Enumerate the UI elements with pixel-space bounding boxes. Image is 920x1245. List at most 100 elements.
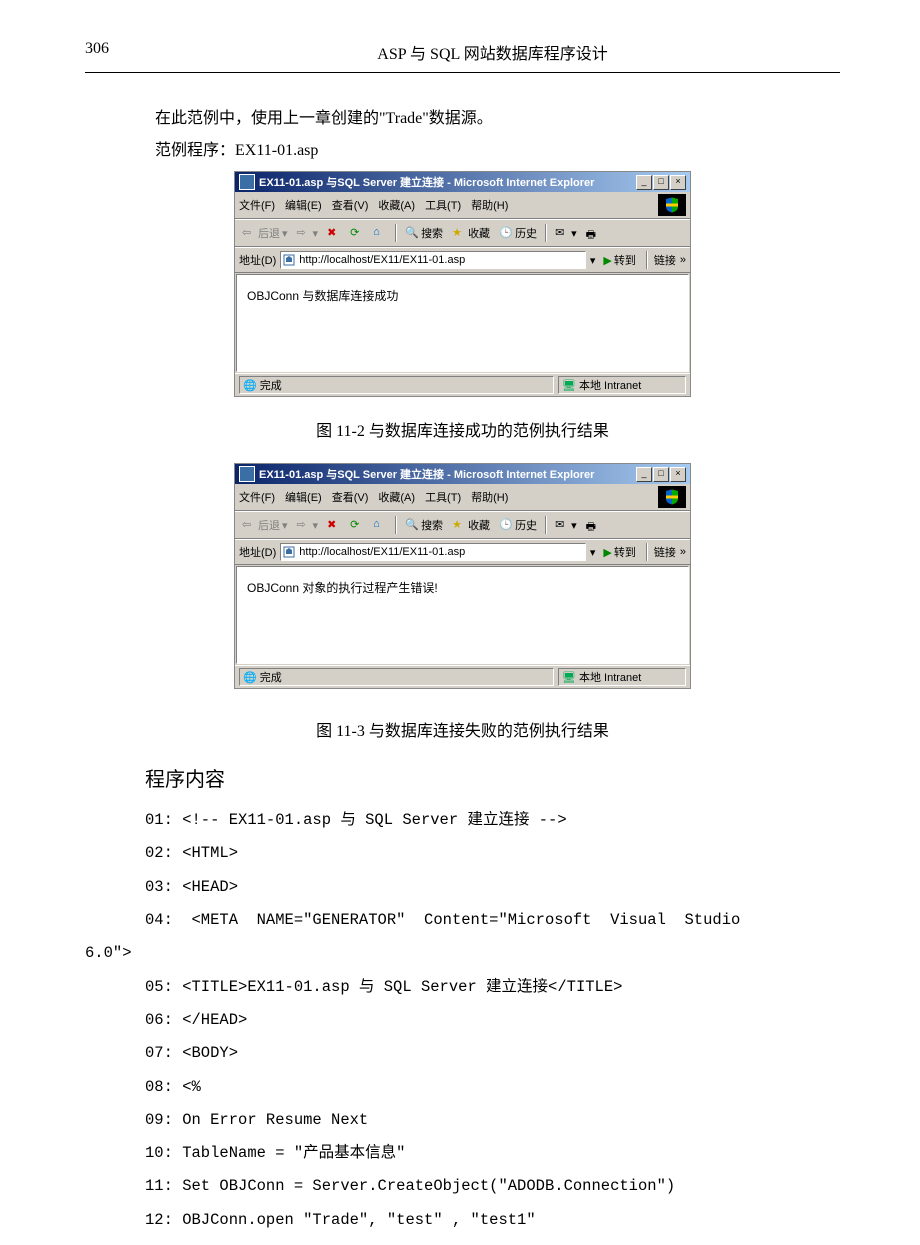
print-icon: 🖶: [586, 226, 600, 240]
paragraph-1: 在此范例中，使用上一章创建的"Trade"数据源。: [155, 103, 840, 135]
status-text: 完成: [260, 669, 282, 685]
ie-icon: [239, 174, 255, 190]
toolbar: ⇦后退▾ ⇨▾ ✖ ⟳ ⌂ 🔍搜索 ★收藏 🕒历史 ✉▾ 🖶: [235, 219, 690, 247]
separator: [395, 224, 397, 242]
maximize-button[interactable]: □: [653, 467, 669, 482]
stop-icon: ✖: [327, 518, 341, 532]
separator: [545, 224, 547, 242]
refresh-button[interactable]: ⟳: [347, 225, 367, 241]
stop-button[interactable]: ✖: [324, 517, 344, 533]
dropdown-icon[interactable]: ▾: [590, 254, 596, 267]
zone-icon: 🖥: [562, 379, 576, 392]
titlebar: EX11-01.asp 与SQL Server 建立连接 - Microsoft…: [235, 172, 690, 192]
forward-icon: ⇨: [297, 226, 311, 240]
links-label[interactable]: 链接: [654, 544, 676, 560]
addressbar: 地址(D) ▾ ▶转到 链接 »: [235, 247, 690, 273]
menu-tools[interactable]: 工具(T): [425, 489, 461, 505]
code-listing: 01: <!-- EX11-01.asp 与 SQL Server 建立连接 -…: [145, 804, 840, 1237]
chevron-icon[interactable]: »: [680, 546, 686, 558]
statusbar: 🌐完成 🖥本地 Intranet: [235, 665, 690, 688]
search-button[interactable]: 🔍搜索: [402, 224, 446, 242]
close-button[interactable]: ×: [670, 467, 686, 482]
address-input[interactable]: [280, 251, 586, 269]
address-input[interactable]: [280, 543, 586, 561]
window-buttons: _ □ ×: [636, 175, 686, 190]
dropdown-icon: ▾: [282, 227, 288, 240]
history-button[interactable]: 🕒历史: [496, 224, 540, 242]
back-button[interactable]: ⇦后退▾: [239, 516, 291, 534]
maximize-button[interactable]: □: [653, 175, 669, 190]
menu-tools[interactable]: 工具(T): [425, 197, 461, 213]
window-title: EX11-01.asp 与SQL Server 建立连接 - Microsoft…: [259, 174, 636, 190]
home-button[interactable]: ⌂: [370, 517, 390, 533]
go-button[interactable]: ▶转到: [599, 543, 639, 561]
favorites-button[interactable]: ★收藏: [449, 224, 493, 242]
chevron-icon[interactable]: »: [680, 254, 686, 266]
favorites-button[interactable]: ★收藏: [449, 516, 493, 534]
forward-icon: ⇨: [297, 518, 311, 532]
paragraph-2: 范例程序：EX11-01.asp: [155, 135, 840, 167]
code-line: 05: <TITLE>EX11-01.asp 与 SQL Server 建立连接…: [145, 978, 622, 996]
minimize-button[interactable]: _: [636, 175, 652, 190]
book-title: ASP 与 SQL 网站数据库程序设计: [145, 40, 840, 64]
history-icon: 🕒: [499, 518, 513, 532]
menu-file[interactable]: 文件(F): [239, 197, 275, 213]
home-icon: ⌂: [373, 226, 387, 240]
ie-window-2: EX11-01.asp 与SQL Server 建立连接 - Microsoft…: [234, 463, 691, 689]
mail-icon: ✉: [555, 518, 569, 532]
separator: [646, 251, 648, 269]
menu-help[interactable]: 帮助(H): [471, 489, 508, 505]
links-label[interactable]: 链接: [654, 252, 676, 268]
window-title: EX11-01.asp 与SQL Server 建立连接 - Microsoft…: [259, 466, 636, 482]
dropdown-icon: ▾: [571, 227, 577, 240]
menu-edit[interactable]: 编辑(E): [285, 489, 322, 505]
close-button[interactable]: ×: [670, 175, 686, 190]
stop-button[interactable]: ✖: [324, 225, 344, 241]
go-button[interactable]: ▶转到: [599, 251, 639, 269]
figure-caption-2: 图 11-3 与数据库连接失败的范例执行结果: [85, 717, 840, 741]
history-button[interactable]: 🕒历史: [496, 516, 540, 534]
refresh-icon: ⟳: [350, 518, 364, 532]
statusbar: 🌐完成 🖥本地 Intranet: [235, 373, 690, 396]
menubar: 文件(F) 编辑(E) 查看(V) 收藏(A) 工具(T) 帮助(H): [235, 484, 690, 511]
ie-logo: [658, 194, 686, 216]
titlebar: EX11-01.asp 与SQL Server 建立连接 - Microsoft…: [235, 464, 690, 484]
forward-button[interactable]: ⇨▾: [294, 225, 322, 241]
back-button[interactable]: ⇦后退▾: [239, 224, 291, 242]
page-number: 306: [85, 40, 145, 64]
ie-icon: [239, 466, 255, 482]
mail-button[interactable]: ✉▾: [552, 517, 580, 533]
page-content: OBJConn 与数据库连接成功: [236, 274, 689, 372]
forward-button[interactable]: ⇨▾: [294, 517, 322, 533]
code-line: 09: On Error Resume Next: [145, 1111, 368, 1129]
page-header: 306 ASP 与 SQL 网站数据库程序设计: [85, 40, 840, 64]
refresh-button[interactable]: ⟳: [347, 517, 367, 533]
print-icon: 🖶: [586, 518, 600, 532]
mail-button[interactable]: ✉▾: [552, 225, 580, 241]
dropdown-icon: ▾: [571, 519, 577, 532]
home-button[interactable]: ⌂: [370, 225, 390, 241]
menu-favorites[interactable]: 收藏(A): [378, 489, 415, 505]
menu-view[interactable]: 查看(V): [332, 489, 369, 505]
star-icon: ★: [452, 226, 466, 240]
dropdown-icon[interactable]: ▾: [590, 546, 596, 559]
print-button[interactable]: 🖶: [583, 225, 603, 241]
page-content: OBJConn 对象的执行过程产生错误!: [236, 566, 689, 664]
menu-help[interactable]: 帮助(H): [471, 197, 508, 213]
menu-edit[interactable]: 编辑(E): [285, 197, 322, 213]
menu-view[interactable]: 查看(V): [332, 197, 369, 213]
minimize-button[interactable]: _: [636, 467, 652, 482]
print-button[interactable]: 🖶: [583, 517, 603, 533]
toolbar: ⇦后退▾ ⇨▾ ✖ ⟳ ⌂ 🔍搜索 ★收藏 🕒历史 ✉▾ 🖶: [235, 511, 690, 539]
ie-small-icon: 🌐: [243, 671, 257, 684]
separator: [545, 516, 547, 534]
code-line: 01: <!-- EX11-01.asp 与 SQL Server 建立连接 -…: [145, 811, 567, 829]
ie-small-icon: 🌐: [243, 379, 257, 392]
section-heading: 程序内容: [145, 763, 840, 792]
menu-file[interactable]: 文件(F): [239, 489, 275, 505]
search-button[interactable]: 🔍搜索: [402, 516, 446, 534]
menu-favorites[interactable]: 收藏(A): [378, 197, 415, 213]
code-line: 11: Set OBJConn = Server.CreateObject("A…: [145, 1177, 675, 1195]
dropdown-icon: ▾: [313, 519, 319, 532]
go-icon: ▶: [603, 546, 611, 559]
